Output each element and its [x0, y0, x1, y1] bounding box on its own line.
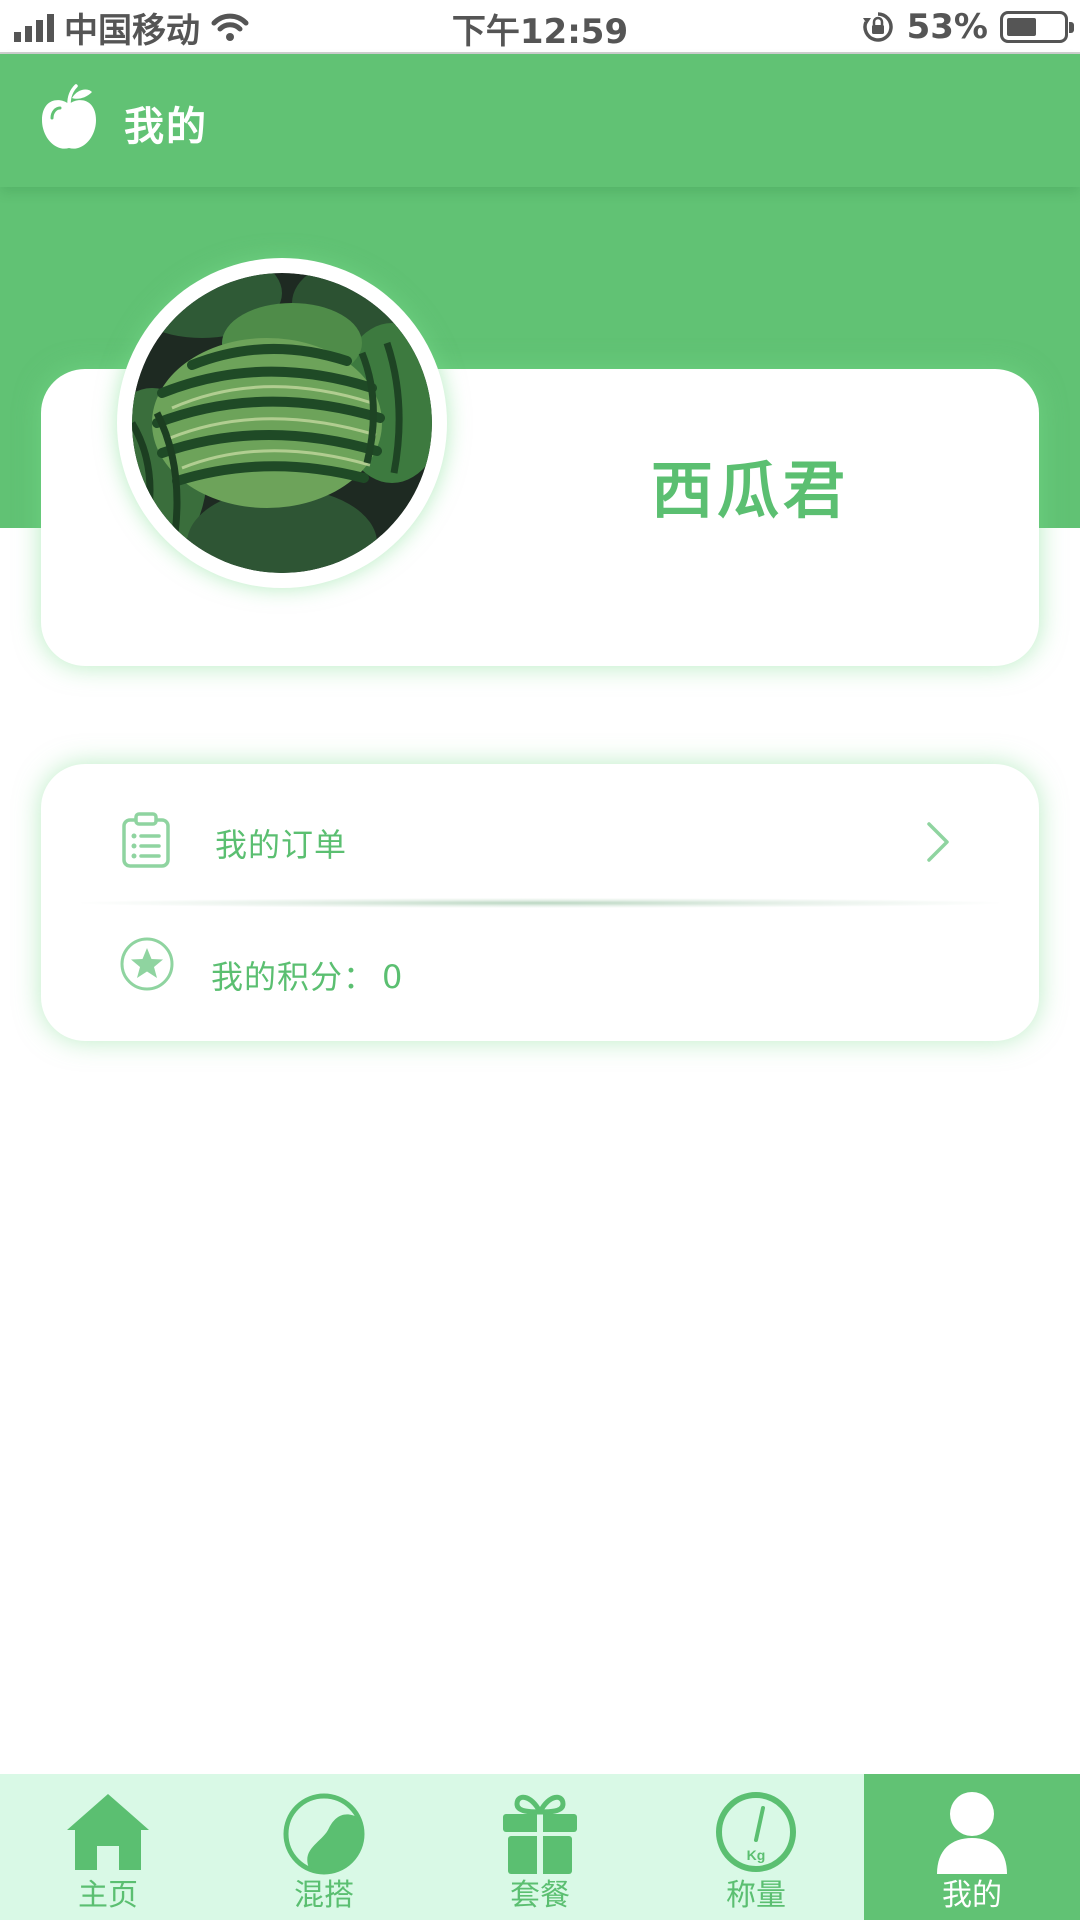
clipboard-icon	[122, 812, 170, 868]
my-points-label: 我的积分： 0	[211, 952, 403, 998]
my-points-row[interactable]: 我的积分： 0	[41, 904, 1039, 1034]
watermelon-avatar-image	[132, 273, 432, 573]
apple-icon	[42, 84, 96, 149]
user-icon	[937, 1792, 1007, 1874]
scale-icon: Kg	[716, 1792, 796, 1872]
points-label-text: 我的积分：	[211, 958, 377, 996]
menu-card: 我的订单 我的积分： 0	[41, 764, 1039, 1041]
tab-weigh-label: 称量	[726, 1878, 786, 1913]
tab-mine[interactable]: 我的	[864, 1774, 1080, 1920]
status-bar: 中国移动 下午12:59 53%	[0, 0, 1080, 54]
username: 西瓜君	[650, 454, 849, 527]
page-title: 我的	[124, 104, 208, 150]
status-right: 53%	[861, 6, 1074, 48]
svg-text:Kg: Kg	[747, 1847, 766, 1863]
tab-mix-label: 混搭	[294, 1878, 354, 1913]
tab-package-label: 套餐	[510, 1878, 570, 1913]
tab-package[interactable]: 套餐	[432, 1774, 648, 1920]
battery-percent: 53%	[906, 7, 988, 47]
my-orders-label: 我的订单	[215, 826, 348, 864]
tab-weigh[interactable]: Kg 称量	[648, 1774, 864, 1920]
chevron-right-icon[interactable]	[923, 820, 953, 864]
tab-mix[interactable]: 混搭	[216, 1774, 432, 1920]
home-icon	[67, 1794, 149, 1870]
bottom-tab-bar: 主页 混搭 套餐 Kg 称量 我的	[0, 1774, 1080, 1920]
gift-icon	[503, 1794, 577, 1874]
mix-icon	[283, 1793, 365, 1875]
app-header: 我的	[0, 54, 1080, 187]
tab-home-label: 主页	[78, 1878, 138, 1913]
rotation-lock-icon	[862, 12, 893, 42]
battery-level	[1007, 18, 1036, 36]
tab-mine-label: 我的	[942, 1878, 1002, 1913]
my-orders-row[interactable]: 我的订单	[41, 772, 1039, 902]
tab-home[interactable]: 主页	[0, 1774, 216, 1920]
star-icon	[120, 937, 174, 991]
battery-icon	[1000, 11, 1074, 43]
points-value: 0	[382, 958, 404, 996]
avatar[interactable]	[117, 258, 447, 588]
